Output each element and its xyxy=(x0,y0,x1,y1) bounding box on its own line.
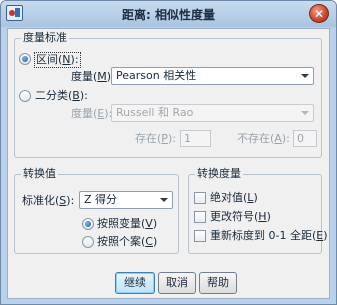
close-button[interactable]: ✕ xyxy=(309,4,329,23)
help-button[interactable]: 帮助 xyxy=(199,272,237,294)
change-sign-checkbox[interactable] xyxy=(194,211,206,223)
present-label: 存在(P): xyxy=(135,132,176,145)
standardize-select[interactable]: Z 得分 xyxy=(79,191,173,209)
by-variable-label[interactable]: 按照变量(V) xyxy=(97,217,157,231)
interval-measure-label: 度量(M): xyxy=(71,70,115,83)
continue-button[interactable]: 继续 xyxy=(115,272,155,294)
close-icon: ✕ xyxy=(313,6,325,21)
interval-measure-select[interactable]: Pearson 相关性 xyxy=(111,67,314,85)
transform-measures-legend: 转换度量 xyxy=(195,167,243,181)
chevron-down-icon xyxy=(296,105,313,121)
abs-checkbox[interactable] xyxy=(194,192,206,204)
abs-label[interactable]: 绝对值(L) xyxy=(210,191,258,205)
absent-input[interactable]: 0 xyxy=(293,130,317,147)
by-case-radio[interactable] xyxy=(82,236,94,248)
interval-radio-label[interactable]: 区间(N): xyxy=(34,52,81,68)
standardize-label: 标准化(S): xyxy=(22,194,75,207)
measure-group-legend: 度量标准 xyxy=(21,31,69,45)
transform-measures-group: 转换度量 绝对值(L) 更改符号(H) 重新标度到 0-1 全距(E) xyxy=(188,167,328,254)
cancel-button[interactable]: 取消 xyxy=(158,272,196,294)
rescale-label[interactable]: 重新标度到 0-1 全距(E) xyxy=(210,229,328,243)
change-sign-label[interactable]: 更改符号(H) xyxy=(210,210,271,224)
present-input[interactable]: 1 xyxy=(180,130,211,147)
dialog-body: 度量标准 区间(N): 度量(M): Pearson 相关性 二分类(B): 度… xyxy=(7,28,330,299)
binary-measure-select[interactable]: Russell 和 Rao xyxy=(111,104,314,122)
rescale-checkbox[interactable] xyxy=(194,230,206,242)
interval-radio[interactable] xyxy=(19,53,31,65)
chevron-down-icon xyxy=(155,192,172,208)
absent-label: 不存在(A): xyxy=(237,132,290,145)
binary-measure-label: 度量(E): xyxy=(71,107,113,120)
binary-radio[interactable] xyxy=(19,90,31,102)
title-bar: 距离: 相似性度量 ✕ xyxy=(1,1,336,27)
transform-values-legend: 转换值 xyxy=(21,167,58,181)
by-case-label[interactable]: 按照个案(C) xyxy=(97,235,157,249)
transform-values-group: 转换值 标准化(S): Z 得分 按照变量(V) 按照个案(C) xyxy=(14,167,179,254)
window-title: 距离: 相似性度量 xyxy=(122,8,215,22)
chevron-down-icon xyxy=(296,68,313,84)
by-variable-radio[interactable] xyxy=(82,218,94,230)
binary-radio-label[interactable]: 二分类(B): xyxy=(35,89,88,103)
measure-group: 度量标准 区间(N): 度量(M): Pearson 相关性 二分类(B): 度… xyxy=(14,31,322,158)
dialog-window: 距离: 相似性度量 ✕ 度量标准 区间(N): 度量(M): Pearson 相… xyxy=(0,0,337,305)
